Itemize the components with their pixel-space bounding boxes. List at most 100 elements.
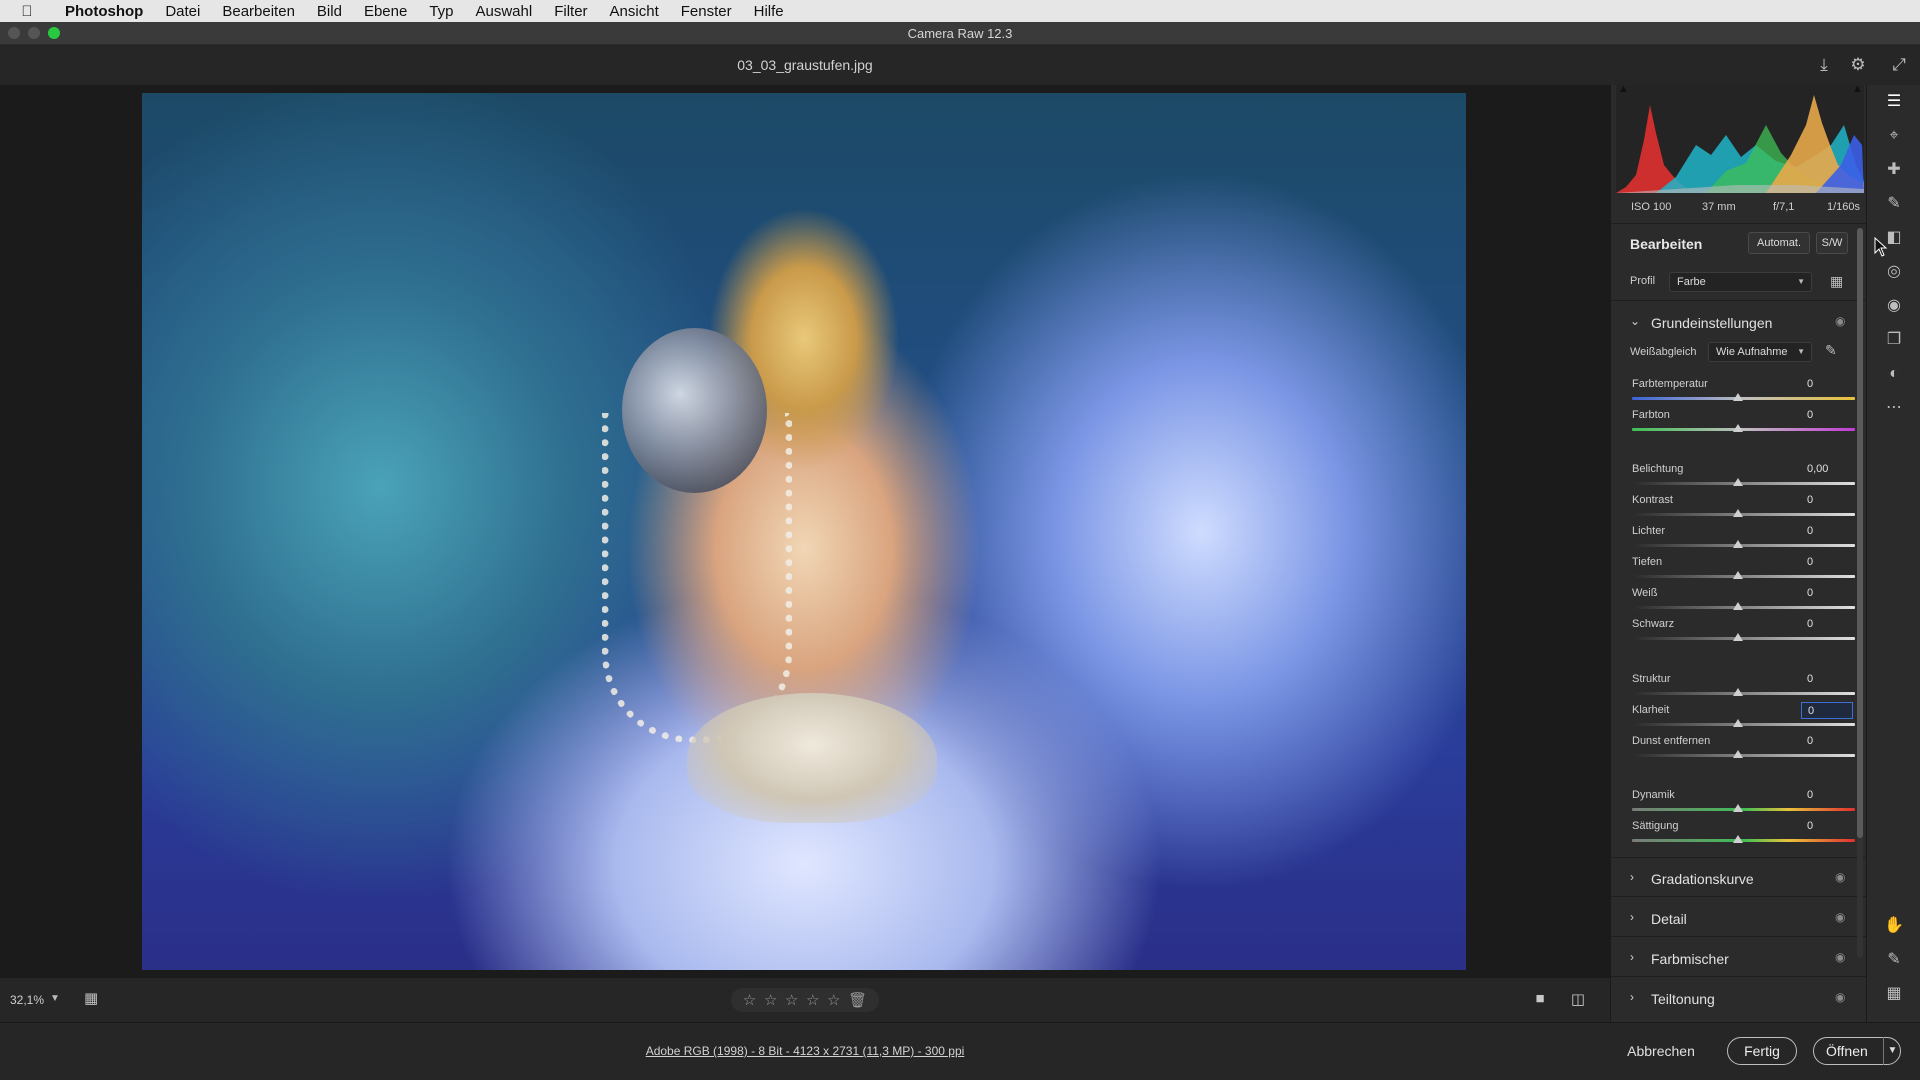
slider-value-input[interactable]: 0 xyxy=(1801,733,1853,750)
white-balance-dropdown[interactable]: Wie Aufnahme ▼ xyxy=(1708,342,1812,362)
slider-value-input[interactable]: 0 xyxy=(1801,818,1853,835)
snapshots-icon[interactable]: ❐ xyxy=(1883,329,1905,351)
menu-ansicht[interactable]: Ansicht xyxy=(599,3,670,20)
section-split-toning[interactable]: › Teiltonung ◉ xyxy=(1611,987,1867,1011)
section-detail[interactable]: › Detail ◉ xyxy=(1611,907,1867,931)
slider-track[interactable] xyxy=(1632,397,1855,400)
highlight-clipping-icon[interactable]: ▲ xyxy=(1852,83,1863,95)
slider-track[interactable] xyxy=(1632,544,1855,547)
trash-icon[interactable]: 🗑 xyxy=(848,991,867,1009)
image-canvas[interactable] xyxy=(0,85,1610,977)
slider-thumb[interactable] xyxy=(1733,688,1743,696)
slider-track[interactable] xyxy=(1632,637,1855,640)
single-view-icon[interactable]: ■ xyxy=(1530,990,1550,1010)
slider-track[interactable] xyxy=(1632,692,1855,695)
menu-ebene[interactable]: Ebene xyxy=(353,3,418,20)
hand-tool-icon[interactable]: ✋ xyxy=(1883,915,1905,937)
section-color-mixer[interactable]: › Farbmischer ◉ xyxy=(1611,947,1867,971)
menu-typ[interactable]: Typ xyxy=(418,3,464,20)
save-icon[interactable]: ⤓ xyxy=(1813,54,1835,76)
apple-icon[interactable]:  xyxy=(0,3,54,20)
star-icon[interactable]: ☆ xyxy=(743,991,756,1009)
before-after-icon[interactable]: ◫ xyxy=(1568,990,1588,1010)
shadow-clipping-icon[interactable]: ▲ xyxy=(1618,83,1629,95)
slider-track[interactable] xyxy=(1632,723,1855,726)
color-sampler-icon[interactable]: ✎ xyxy=(1883,949,1905,971)
slider-value-input[interactable]: 0 xyxy=(1801,671,1853,688)
slider-value-input[interactable]: 0 xyxy=(1801,616,1853,633)
workflow-options-link[interactable]: Adobe RGB (1998) - 8 Bit - 4123 x 2731 (… xyxy=(0,1044,1610,1058)
presets-icon[interactable]: ◐ xyxy=(1883,363,1905,385)
done-button[interactable]: Fertig xyxy=(1727,1037,1797,1065)
slider-track[interactable] xyxy=(1632,606,1855,609)
cancel-button[interactable]: Abbrechen xyxy=(1612,1037,1710,1065)
slider-track[interactable] xyxy=(1632,575,1855,578)
slider-thumb[interactable] xyxy=(1733,478,1743,486)
slider-track[interactable] xyxy=(1632,482,1855,485)
slider-value-input[interactable]: 0 xyxy=(1801,702,1853,719)
panel-scrollbar-thumb[interactable] xyxy=(1857,228,1863,838)
section-basic[interactable]: ⌄ Grundeinstellungen ◉ xyxy=(1611,311,1867,335)
slider-track[interactable] xyxy=(1632,513,1855,516)
menu-app[interactable]: Photoshop xyxy=(54,3,154,20)
window-close-button[interactable] xyxy=(8,27,20,39)
crop-icon[interactable]: ⌖ xyxy=(1883,125,1905,147)
chevron-down-icon[interactable]: ▼ xyxy=(50,993,60,1004)
star-icon[interactable]: ☆ xyxy=(764,991,777,1009)
section-tone-curve[interactable]: › Gradationskurve ◉ xyxy=(1611,867,1867,891)
slider-thumb[interactable] xyxy=(1733,602,1743,610)
menu-bearbeiten[interactable]: Bearbeiten xyxy=(211,3,306,20)
zoom-level[interactable]: 32,1% xyxy=(10,993,44,1007)
slider-thumb[interactable] xyxy=(1733,424,1743,432)
eye-icon[interactable]: ◉ xyxy=(1835,990,1845,1004)
slider-value-input[interactable]: 0 xyxy=(1801,787,1853,804)
panel-scrollbar[interactable] xyxy=(1857,228,1863,958)
filmstrip-icon[interactable]: ▦ xyxy=(84,989,104,1007)
eye-icon[interactable]: ◉ xyxy=(1835,910,1845,924)
slider-value-input[interactable]: 0 xyxy=(1801,376,1853,393)
grid-overlay-icon[interactable]: ▦ xyxy=(1883,983,1905,1005)
slider-track[interactable] xyxy=(1632,428,1855,431)
photo-preview[interactable] xyxy=(142,93,1466,970)
slider-value-input[interactable]: 0 xyxy=(1801,492,1853,509)
menu-auswahl[interactable]: Auswahl xyxy=(465,3,544,20)
profile-browser-icon[interactable]: ▦ xyxy=(1830,273,1848,291)
star-icon[interactable]: ☆ xyxy=(827,991,840,1009)
histogram[interactable]: ▲ ▲ xyxy=(1616,83,1864,193)
window-maximize-button[interactable] xyxy=(48,27,60,39)
black-white-button[interactable]: S/W xyxy=(1816,232,1848,254)
slider-thumb[interactable] xyxy=(1733,509,1743,517)
slider-track[interactable] xyxy=(1632,839,1855,842)
adjustment-brush-icon[interactable]: ✎ xyxy=(1883,193,1905,215)
slider-value-input[interactable]: 0 xyxy=(1801,585,1853,602)
gear-icon[interactable]: ⚙ xyxy=(1847,54,1869,76)
menu-bild[interactable]: Bild xyxy=(306,3,353,20)
auto-button[interactable]: Automat. xyxy=(1748,232,1810,254)
eye-icon[interactable]: ◉ xyxy=(1835,950,1845,964)
menu-hilfe[interactable]: Hilfe xyxy=(743,3,795,20)
healing-brush-icon[interactable]: ✚ xyxy=(1883,159,1905,181)
slider-thumb[interactable] xyxy=(1733,804,1743,812)
slider-value-input[interactable]: 0 xyxy=(1801,554,1853,571)
slider-thumb[interactable] xyxy=(1733,835,1743,843)
slider-thumb[interactable] xyxy=(1733,719,1743,727)
slider-value-input[interactable]: 0,00 xyxy=(1801,461,1853,478)
fullscreen-icon[interactable]: ⤢ xyxy=(1888,54,1910,76)
radial-filter-icon[interactable]: ◎ xyxy=(1883,261,1905,283)
star-icon[interactable]: ☆ xyxy=(806,991,819,1009)
star-icon[interactable]: ☆ xyxy=(785,991,798,1009)
slider-thumb[interactable] xyxy=(1733,393,1743,401)
slider-value-input[interactable]: 0 xyxy=(1801,523,1853,540)
window-minimize-button[interactable] xyxy=(28,27,40,39)
slider-track[interactable] xyxy=(1632,808,1855,811)
menu-fenster[interactable]: Fenster xyxy=(670,3,743,20)
slider-thumb[interactable] xyxy=(1733,750,1743,758)
menu-datei[interactable]: Datei xyxy=(154,3,211,20)
slider-thumb[interactable] xyxy=(1733,633,1743,641)
menu-filter[interactable]: Filter xyxy=(543,3,598,20)
open-options-chevron-icon[interactable]: ▼ xyxy=(1883,1037,1901,1065)
slider-track[interactable] xyxy=(1632,754,1855,757)
eyedropper-icon[interactable]: ✎ xyxy=(1825,342,1843,360)
more-options-icon[interactable]: ⋯ xyxy=(1883,397,1905,419)
slider-value-input[interactable]: 0 xyxy=(1801,407,1853,424)
